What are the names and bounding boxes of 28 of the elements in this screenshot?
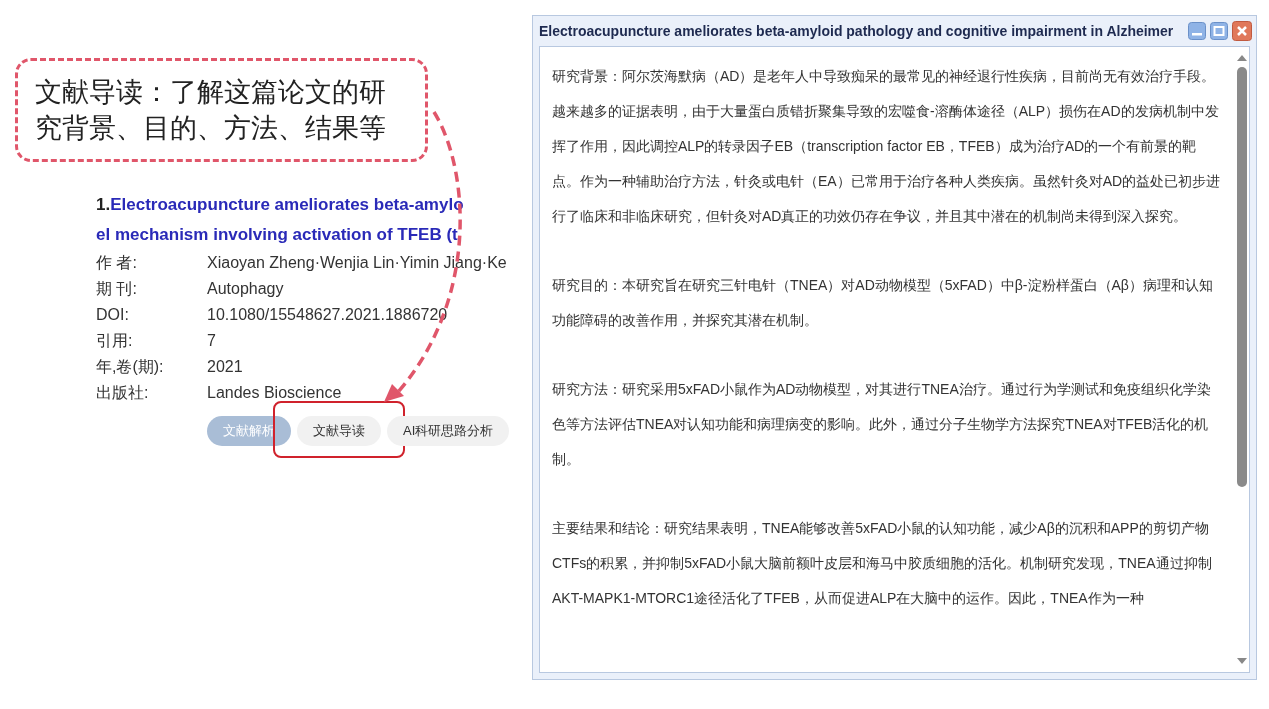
field-label: DOI: [96, 305, 130, 325]
field-label: 期 刊: [96, 279, 138, 299]
paragraph: 研究目的：本研究旨在研究三针电针（TNEA）对AD动物模型（5xFAD）中β-淀粉样蛋白（Aβ）病理和认知功能障碍的改善作用，并探究其潜在机制。 [552, 276, 1214, 330]
action-button[interactable]: AI科研思路分析 [387, 416, 510, 446]
minimize-icon[interactable] [1188, 22, 1206, 40]
field-label: 出版社: [96, 383, 150, 403]
field-value: 7 [207, 331, 216, 351]
field-value: 10.1080/15548627.2021.1886720 [207, 305, 448, 325]
paragraph: 研究方法：研究采用5xFAD小鼠作为AD动物模型，对其进行TNEA治疗。通过行为学测试和免疫组织化学染色等方法评估TNEA对认知功能和病理病变的影响。此外，通过分子生物学方法探究TNEA对TFEB活化的机制。 [552, 380, 1212, 469]
field-value: Xiaoyan Zheng·Wenjia Lin·Yimin Jiang·Ke [207, 253, 507, 273]
record-number: 1. [96, 195, 111, 214]
close-icon[interactable] [1232, 21, 1252, 41]
field-label: 引用: [96, 331, 134, 351]
maximize-icon[interactable] [1210, 22, 1228, 40]
field-value: Landes Bioscience [207, 383, 342, 403]
paragraph: 主要结果和结论：研究结果表明，TNEA能够改善5xFAD小鼠的认知功能，减少Aβ的沉积和APP的剪切产物CTFs的积累，并抑制5xFAD小鼠大脑前额叶皮层和海马中胶质细胞的活化。机制研究发现，TNEA通过抑制AKT-MAPK1-MTORC1途径活化了TFEB，从而促进ALP在大脑中的运作。因此，TNEA作为一种 [552, 519, 1213, 608]
callout-text: 文献导读：了解这篇论文的研究背景、目的、方法、结果等 [35, 76, 386, 145]
article-title-link[interactable]: Electroacupuncture ameliorates beta-amylo [110, 195, 464, 214]
field-label: 作 者: [96, 253, 138, 273]
field-value: 2021 [207, 357, 243, 377]
scroll-up-icon[interactable] [1237, 55, 1247, 61]
field-label: 年,卷(期): [96, 357, 165, 377]
window-title: Electroacupuncture ameliorates beta-amyloid pathology and cognitive impairment in Alzheimer [539, 23, 1175, 39]
article-title-link[interactable]: el mechanism involving activation of TFEB (t [96, 225, 458, 244]
scroll-down-icon[interactable] [1237, 658, 1247, 664]
paragraph: 研究背景：阿尔茨海默病（AD）是老年人中导致痴呆的最常见的神经退行性疾病，目前尚无有效治疗手段。越来越多的证据表明，由于大量蛋白质错折聚集导致的宏噬食-溶酶体途径（ALP）损伤在AD的发病机制中发挥了作用，因此调控ALP的转录因子EB（transcription factor EB，TFEB）成为治疗AD的一个有前景的靶点。作为一种辅助治疗方法，针灸或电针（EA）已常用于治疗各种人类疾病。虽然针灸对AD的益处已初步进行了临床和非临床研究，但针灸对AD真正的功效仍存在争议，并且其中潜在的机制尚未得到深入探究。 [552, 67, 1222, 226]
field-value: Autophagy [207, 279, 284, 299]
action-button[interactable]: 文献导读 [297, 416, 381, 446]
